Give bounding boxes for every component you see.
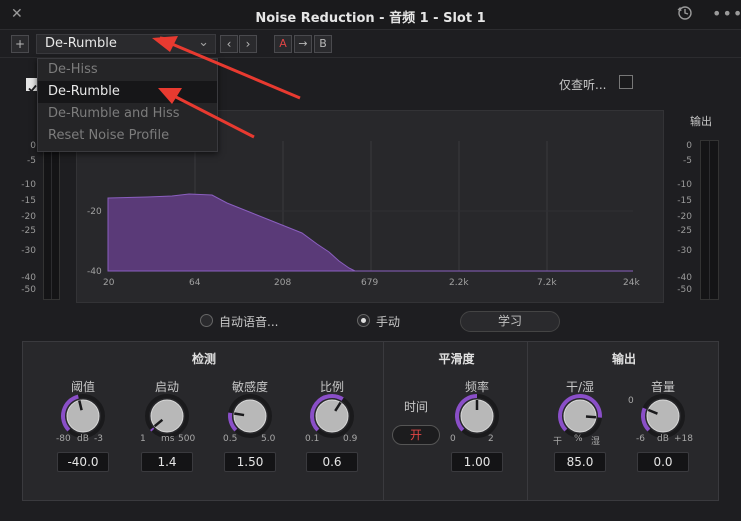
threshold-range-max: -3 bbox=[94, 434, 103, 444]
meter-scale-label: -10 bbox=[21, 180, 36, 190]
preset-menu-item-de-rumble[interactable]: De-Rumble bbox=[38, 81, 217, 103]
meter-scale-label: -50 bbox=[21, 285, 36, 295]
threshold-value: -40.0 bbox=[57, 452, 109, 472]
manual-radio[interactable] bbox=[357, 314, 370, 327]
x-tick-label: 7.2k bbox=[537, 278, 557, 288]
dry-wet-value: 85.0 bbox=[554, 452, 606, 472]
preset-value: De-Rumble bbox=[45, 36, 117, 51]
title-bar: ✕ Noise Reduction - 音频 1 - Slot 1 ••• bbox=[0, 0, 741, 30]
meter-scale-label: -40 bbox=[677, 273, 692, 283]
dry-wet-range-max: 湿 bbox=[591, 437, 601, 447]
preset-menu-item-reset-noise-profile[interactable]: Reset Noise Profile bbox=[38, 125, 217, 147]
frequency-range-max: 2 bbox=[488, 434, 494, 444]
attack-range-unit: ms bbox=[161, 434, 175, 444]
detect-title: 检测 bbox=[191, 352, 216, 366]
output-volume-range-max: +18 bbox=[674, 434, 693, 444]
meter-scale-label: -15 bbox=[677, 196, 692, 206]
meter-scale-label: 0 bbox=[30, 141, 36, 151]
attack-range-min: 1 bbox=[140, 434, 146, 444]
ratio-range-min: 0.1 bbox=[305, 434, 320, 444]
x-tick-label: 64 bbox=[189, 278, 201, 288]
dry-wet-range-unit: % bbox=[574, 434, 583, 444]
meter-scale-label: -50 bbox=[677, 285, 692, 295]
more-options-icon[interactable]: ••• bbox=[712, 4, 741, 23]
y-tick-label: -20 bbox=[87, 207, 102, 217]
sensitivity-value: 1.50 bbox=[224, 452, 276, 472]
meter-scale-label: 0 bbox=[686, 141, 692, 151]
copy-a-to-b-button[interactable]: → bbox=[294, 35, 312, 53]
output-volume-value: 0.0 bbox=[637, 452, 689, 472]
frequency-range-min: 0 bbox=[450, 434, 456, 444]
compare-b-button[interactable]: B bbox=[314, 35, 332, 53]
ratio-range-max: 0.9 bbox=[343, 434, 358, 444]
preset-menu: De-Hiss De-Rumble De-Rumble and Hiss Res… bbox=[37, 58, 218, 152]
time-label: 时间 bbox=[404, 400, 429, 414]
next-preset-button[interactable]: › bbox=[239, 35, 257, 53]
threshold-range-unit: dB bbox=[77, 434, 89, 444]
x-tick-label: 20 bbox=[103, 278, 115, 288]
preset-menu-item-de-rumble-and-hiss[interactable]: De-Rumble and Hiss bbox=[38, 103, 217, 125]
manual-label: 手动 bbox=[376, 315, 401, 329]
input-level-meter bbox=[43, 140, 60, 300]
output-volume-range-unit: dB bbox=[657, 434, 669, 444]
meter-scale-label: -20 bbox=[677, 212, 692, 222]
x-tick-label: 679 bbox=[361, 278, 378, 288]
compare-a-button[interactable]: A bbox=[274, 35, 292, 53]
window-title: Noise Reduction - 音频 1 - Slot 1 bbox=[255, 11, 486, 26]
preset-dropdown[interactable]: De-Rumble ⌄ bbox=[36, 34, 216, 54]
x-tick-label: 208 bbox=[274, 278, 291, 288]
frequency-value: 1.00 bbox=[451, 452, 503, 472]
ratio-value: 0.6 bbox=[306, 452, 358, 472]
auto-speech-label: 自动语音... bbox=[219, 315, 279, 329]
meter-scale-label: -30 bbox=[21, 246, 36, 256]
meter-scale-label: -25 bbox=[21, 226, 36, 236]
threshold-range-min: -80 bbox=[56, 434, 71, 444]
sensitivity-range-max: 5.0 bbox=[261, 434, 276, 444]
chevron-down-icon: ⌄ bbox=[198, 35, 209, 50]
x-tick-label: 24k bbox=[623, 278, 640, 288]
meter-scale-label: -20 bbox=[21, 212, 36, 222]
output-volume-range-top: 0 bbox=[628, 396, 634, 406]
spectrum-fill bbox=[107, 193, 356, 272]
listen-only-checkbox[interactable] bbox=[619, 75, 633, 89]
y-tick-label: -40 bbox=[87, 267, 102, 277]
meter-scale-label: -40 bbox=[21, 273, 36, 283]
learn-button[interactable]: 学习 bbox=[460, 311, 560, 332]
frequency-knob[interactable] bbox=[452, 391, 502, 441]
sensitivity-range-min: 0.5 bbox=[223, 434, 238, 444]
attack-value: 1.4 bbox=[141, 452, 193, 472]
meter-scale-label: -25 bbox=[677, 226, 692, 236]
preset-toolbar: + De-Rumble ⌄ ‹ › A → B bbox=[0, 30, 741, 58]
dry-wet-range-min: 干 bbox=[553, 437, 563, 447]
meter-scale-label: -5 bbox=[683, 156, 692, 166]
x-tick-label: 2.2k bbox=[449, 278, 469, 288]
attack-range-max: 500 bbox=[178, 434, 196, 444]
meter-scale-label: -15 bbox=[21, 196, 36, 206]
time-toggle-button[interactable]: 开 bbox=[392, 425, 440, 445]
output-level-meter bbox=[700, 140, 719, 300]
meter-scale-label: -10 bbox=[677, 180, 692, 190]
output-title: 输出 bbox=[611, 352, 636, 366]
preset-menu-item-de-hiss[interactable]: De-Hiss bbox=[38, 59, 217, 81]
listen-only-label: 仅查听... bbox=[559, 78, 607, 92]
output-volume-range-min: -6 bbox=[636, 434, 645, 444]
add-preset-button[interactable]: + bbox=[11, 35, 29, 53]
meter-scale-label: -30 bbox=[677, 246, 692, 256]
output-meter-label: 输出 bbox=[690, 115, 712, 128]
reset-icon[interactable] bbox=[677, 5, 693, 25]
meter-scale-label: -5 bbox=[27, 156, 36, 166]
auto-speech-radio[interactable] bbox=[200, 314, 213, 327]
previous-preset-button[interactable]: ‹ bbox=[220, 35, 238, 53]
smoothing-title: 平滑度 bbox=[438, 352, 475, 366]
